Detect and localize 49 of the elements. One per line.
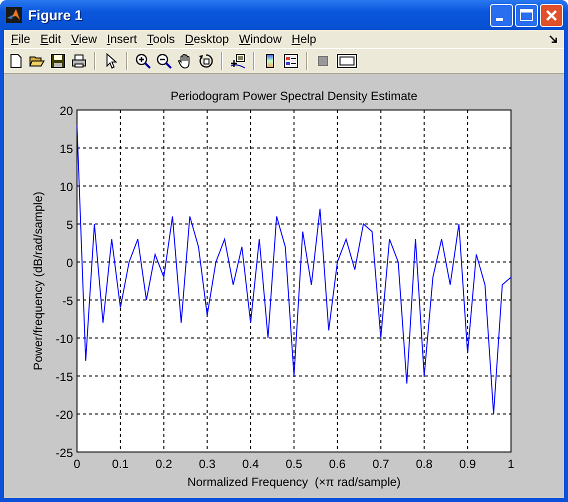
- tick-label: 5: [66, 218, 73, 232]
- app-logo-icon: [6, 7, 22, 23]
- tick-label: 0.3: [198, 457, 216, 471]
- x-axis-label: Normalized Frequency (×π rad/sample): [187, 475, 401, 489]
- show-plot-tools-icon[interactable]: [336, 53, 358, 69]
- menu-item[interactable]: Desktop: [180, 32, 234, 46]
- menu-item[interactable]: Edit: [35, 32, 66, 46]
- save-icon[interactable]: [50, 53, 66, 69]
- tick-label: 15: [60, 142, 73, 156]
- tick-label: 0.5: [286, 457, 302, 471]
- rotate-3d-icon[interactable]: [198, 53, 214, 69]
- data-cursor-icon[interactable]: [230, 53, 246, 69]
- tick-label: -5: [62, 294, 73, 308]
- tick-label: 1: [508, 457, 514, 471]
- tick-label: 0.7: [372, 457, 390, 471]
- tick-label: -15: [56, 370, 73, 384]
- tick-label: 20: [60, 104, 73, 118]
- menu-item[interactable]: Insert: [102, 32, 142, 46]
- new-file-icon[interactable]: [8, 53, 24, 69]
- tick-label: -10: [56, 332, 73, 346]
- dock-arrow-icon[interactable]: [549, 34, 558, 44]
- tick-label: 0: [74, 457, 80, 471]
- tick-label: 0.4: [242, 457, 259, 471]
- maximize-button[interactable]: [515, 4, 538, 26]
- tick-label: 0.8: [416, 457, 433, 471]
- zoom-in-icon[interactable]: [135, 53, 151, 69]
- zoom-out-icon[interactable]: [156, 53, 172, 69]
- menu-item[interactable]: Tools: [142, 32, 180, 46]
- legend-icon[interactable]: [283, 53, 299, 69]
- tick-label: 10: [60, 180, 73, 194]
- printer-icon[interactable]: [71, 53, 87, 69]
- tick-label: 0: [66, 256, 73, 270]
- window-title: Figure 1: [28, 7, 84, 23]
- tick-label: 0.1: [112, 457, 129, 471]
- menu-item[interactable]: View: [66, 32, 102, 46]
- menu-item[interactable]: File: [6, 32, 36, 46]
- chart-title: Periodogram Power Spectral Density Estimate: [170, 89, 418, 103]
- minimize-icon: [496, 18, 503, 20]
- hide-plot-tools-icon[interactable]: [315, 53, 331, 69]
- y-axis-label: Power/frequency (dB/rad/sample): [31, 192, 45, 370]
- tick-label: 0.9: [459, 457, 476, 471]
- menu-item[interactable]: Help: [286, 32, 322, 46]
- tick-label: 0.2: [155, 457, 172, 471]
- minimize-button[interactable]: [490, 4, 513, 26]
- tick-label: 0.6: [329, 457, 346, 471]
- tick-label: -20: [56, 408, 73, 422]
- close-button[interactable]: [540, 4, 563, 26]
- menu-item[interactable]: Window: [234, 32, 287, 46]
- tick-label: -25: [56, 446, 73, 460]
